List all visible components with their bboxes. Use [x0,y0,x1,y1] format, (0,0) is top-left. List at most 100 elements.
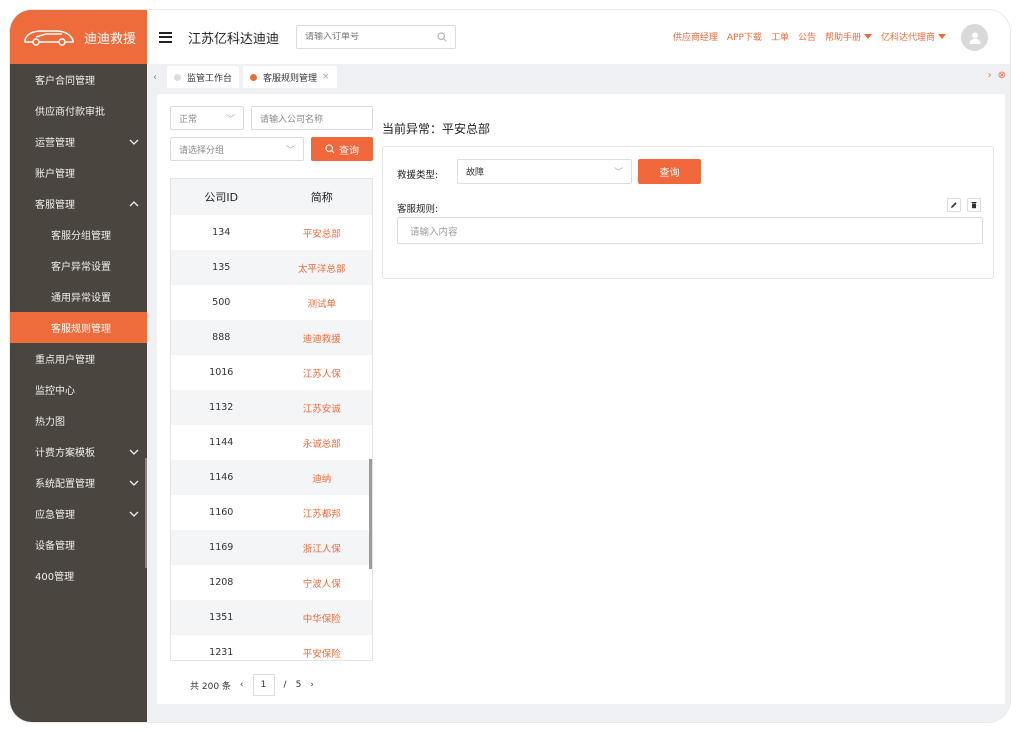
tab-supervision-workbench[interactable]: 监管工作台 [167,66,240,88]
sidebar-item[interactable]: 客服规则管理 [10,312,147,343]
company-name-link[interactable]: 平安总部 [272,226,373,240]
main-card: 正常 ﹀ 请输入公司名称 请选择分组 ﹀ 查询 公司ID 简称 134 平安总部… [157,94,1005,704]
company-name-link[interactable]: 永诚总部 [272,436,373,450]
table-row[interactable]: 1144 永诚总部 [171,425,372,460]
link-announcement[interactable]: 公告 [798,30,816,43]
sidebar-item[interactable]: 热力图 [10,405,147,436]
rescue-type-select[interactable]: 故障 ﹀ [457,159,632,184]
delete-button[interactable] [967,198,981,212]
table-row[interactable]: 1016 江苏人保 [171,355,372,390]
sidebar-item[interactable]: 客服分组管理 [10,219,147,250]
sidebar-item-label: 热力图 [35,417,65,428]
company-name-link[interactable]: 浙江人保 [272,541,373,555]
query-button-label: 查询 [339,145,359,157]
avatar[interactable] [961,24,988,51]
column-header-company-id[interactable]: 公司ID [171,189,272,205]
sidebar-item[interactable]: 通用异常设置 [10,281,147,312]
company-name-link[interactable]: 迪迪救援 [272,331,373,345]
search-icon[interactable] [437,32,447,42]
sidebar-item[interactable]: 计费方案模板 [10,436,147,467]
group-select[interactable]: 请选择分组 ﹀ [170,137,304,161]
agent-label: 亿科达代理商 [880,33,935,43]
table-row[interactable]: 1208 宁波人保 [171,565,372,600]
company-name-input[interactable]: 请输入公司名称 [251,106,373,130]
company-id-cell: 1144 [209,437,234,448]
sidebar-item[interactable]: 客户异常设置 [10,250,147,281]
sidebar-item-label: 应急管理 [35,510,75,521]
page-number-input[interactable]: 1 [252,674,275,696]
tab-status-dot [250,73,258,81]
tab-scroll-right-icon[interactable]: › [988,70,992,81]
company-name-link[interactable]: 江苏人保 [272,366,373,380]
sidebar-item-label: 系统配置管理 [35,479,95,490]
tab-close-icon[interactable]: × [322,72,330,82]
table-row[interactable]: 1351 中华保险 [171,600,372,635]
menu-toggle-icon[interactable] [159,31,172,43]
prev-page-icon[interactable]: ‹ [240,680,244,690]
company-name-link[interactable]: 平安保险 [272,646,373,660]
top-links: 供应商经理 APP下载 工单 公告 帮助手册 亿科达代理商 [673,30,946,43]
chevron-down-icon: ﹀ [613,168,623,178]
table-row[interactable]: 135 太平洋总部 [171,250,372,285]
chevron-up-icon [129,200,139,206]
company-name-link[interactable]: 迪纳 [272,471,373,485]
tab-scroll-left-icon[interactable]: ‹ [147,72,163,83]
sidebar-item[interactable]: 400管理 [10,560,147,591]
table-row[interactable]: 500 测试单 [171,285,372,320]
brand-logo[interactable]: 迪迪救援 [10,10,147,64]
table-scrollbar[interactable] [369,459,372,569]
sidebar-item[interactable]: 账户管理 [10,157,147,188]
caret-down-icon [863,34,872,39]
company-name-link[interactable]: 江苏安诚 [272,401,373,415]
service-rule-input[interactable]: 请输入内容 [397,217,983,244]
table-row[interactable]: 888 迪迪救援 [171,320,372,355]
sidebar-item[interactable]: 重点用户管理 [10,343,147,374]
sidebar-item[interactable]: 供应商付款审批 [10,95,147,126]
order-search-box[interactable] [296,25,457,49]
company-name-link[interactable]: 宁波人保 [272,576,373,590]
content-area: 正常 ﹀ 请输入公司名称 请选择分组 ﹀ 查询 公司ID 简称 134 平安总部… [147,90,1010,722]
column-header-short-name[interactable]: 简称 [272,189,373,205]
company-name-link[interactable]: 江苏都邦 [272,506,373,520]
sidebar-menu: 客户合同管理 供应商付款审批 运营管理 账户管理 客服管理 客服分组管理 客户异常设置 通用异… [10,64,147,591]
sidebar-item[interactable]: 监控中心 [10,374,147,405]
close-all-tabs-icon[interactable]: ⊗ [998,70,1006,81]
sidebar-item[interactable]: 设备管理 [10,529,147,560]
tab-strip: ‹ 监管工作台 客服规则管理 × › ⊗ [147,64,1010,90]
table-row[interactable]: 1169 浙江人保 [171,530,372,565]
search-icon [325,144,335,154]
link-app-download[interactable]: APP下载 [727,30,762,43]
query-button[interactable]: 查询 [311,137,373,161]
rescue-type-label: 救援类型: [397,170,439,181]
group-select-placeholder: 请选择分组 [179,145,225,156]
company-name-link[interactable]: 测试单 [272,296,373,310]
sidebar-item-label: 客服规则管理 [51,324,111,335]
pagination-total: 共 200 条 [190,681,231,692]
table-row[interactable]: 1132 江苏安诚 [171,390,372,425]
table-row[interactable]: 1160 江苏都邦 [171,495,372,530]
table-row[interactable]: 1231 平安保险 [171,635,373,660]
sidebar-item[interactable]: 客服管理 [10,188,147,219]
sidebar-item[interactable]: 系统配置管理 [10,467,147,498]
link-supplier-manager[interactable]: 供应商经理 [673,30,718,43]
order-search-input[interactable] [305,32,426,42]
sidebar: 迪迪救援 客户合同管理 供应商付款审批 运营管理 账户管理 客服管理 客服分组管理 客户异常… [10,10,147,722]
sidebar-item[interactable]: 应急管理 [10,498,147,529]
rule-query-button[interactable]: 查询 [638,159,701,184]
sidebar-item[interactable]: 运营管理 [10,126,147,157]
agent-dropdown[interactable]: 亿科达代理商 [881,30,946,43]
edit-button[interactable] [947,198,961,212]
caret-down-icon [938,34,946,39]
company-name-link[interactable]: 中华保险 [272,611,373,625]
pagination: 共 200 条 ‹ 1 / 5 › [190,674,314,696]
company-name-link[interactable]: 太平洋总部 [272,261,373,275]
table-row[interactable]: 134 平安总部 [171,215,372,250]
status-select[interactable]: 正常 ﹀ [170,106,244,130]
table-row[interactable]: 1146 迪纳 [171,460,372,495]
next-page-icon[interactable]: › [310,680,314,690]
link-work-order[interactable]: 工单 [771,30,789,43]
tab-service-rule-management[interactable]: 客服规则管理 × [243,66,337,88]
sidebar-item[interactable]: 客户合同管理 [10,64,147,95]
help-manual-dropdown[interactable]: 帮助手册 [825,30,872,43]
company-id-cell: 888 [212,332,231,343]
